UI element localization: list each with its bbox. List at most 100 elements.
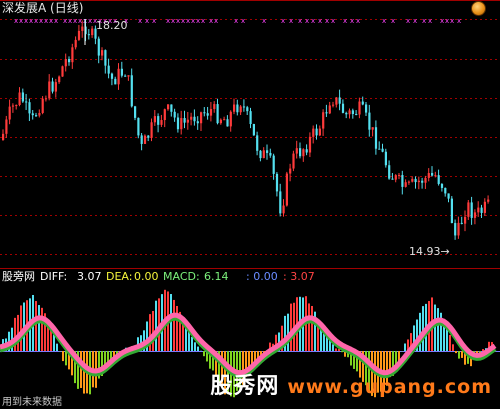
- candle-body: [355, 113, 358, 115]
- candle-body: [216, 104, 219, 124]
- signal-marker: x: [49, 17, 53, 25]
- signal-marker: x: [145, 17, 149, 25]
- candle-body: [338, 97, 341, 104]
- candlesticks: [2, 19, 490, 240]
- watermark-cn: 股秀网: [210, 374, 280, 399]
- candle-body: [365, 104, 368, 113]
- signal-marker: x: [176, 17, 180, 25]
- signal-marker: x: [44, 17, 48, 25]
- macd-bar: [38, 305, 40, 351]
- indicator-name: 股旁网: [2, 270, 35, 283]
- candle-body: [328, 105, 331, 114]
- stock-chart: xxxxxxxxxxxxxxxxxxxxxxxxxxxxxxxxxxxxxxxx…: [0, 0, 500, 398]
- signal-marker: x: [152, 17, 156, 25]
- candle-body: [252, 124, 255, 136]
- signal-marker: x: [39, 17, 43, 25]
- candle-body: [74, 39, 77, 48]
- candle-body: [81, 26, 84, 31]
- candle-body: [394, 175, 397, 180]
- candle-body: [140, 135, 143, 144]
- signal-marker: x: [445, 17, 449, 25]
- candle-body: [401, 175, 404, 187]
- signal-marker: x: [19, 17, 23, 25]
- macd-bar: [35, 301, 37, 351]
- candle-body: [272, 155, 275, 174]
- candle-body: [289, 168, 292, 174]
- candle-body: [226, 119, 229, 127]
- candle-body: [87, 34, 90, 36]
- candle-body: [15, 105, 18, 107]
- candle-body: [64, 59, 67, 67]
- candle-body: [381, 148, 384, 152]
- candle-body: [206, 113, 209, 116]
- diff-label: DIFF:: [40, 270, 68, 283]
- candle-body: [157, 116, 160, 125]
- candle-body: [147, 135, 150, 138]
- signal-marker: x: [331, 17, 335, 25]
- candle-body: [183, 118, 186, 123]
- candle-body: [444, 187, 447, 194]
- candle-body: [351, 110, 354, 114]
- candle-body: [173, 111, 176, 118]
- candle-body: [91, 28, 94, 36]
- candle-body: [180, 118, 183, 130]
- candle-body: [417, 180, 420, 183]
- candle-body: [256, 135, 259, 151]
- signal-marker: x: [191, 17, 195, 25]
- candle-body: [127, 75, 130, 77]
- candle-body: [104, 50, 107, 66]
- signal-marker: x: [298, 17, 302, 25]
- signal-marker: x: [457, 17, 461, 25]
- options-button-icon[interactable]: [471, 1, 486, 16]
- candle-body: [249, 111, 252, 125]
- candle-body: [424, 177, 427, 183]
- signal-marker: x: [201, 17, 205, 25]
- candle-body: [190, 116, 193, 120]
- candle-body: [361, 101, 364, 105]
- candle-body: [269, 152, 272, 156]
- candle-body: [404, 182, 407, 187]
- signal-marker: x: [34, 17, 38, 25]
- macd-bar: [176, 305, 178, 351]
- candle-body: [209, 109, 213, 116]
- candle-body: [374, 127, 378, 149]
- candle-body: [285, 173, 288, 206]
- candle-body: [236, 104, 239, 113]
- signal-marker: x: [422, 17, 426, 25]
- signal-markers: xxxxxxxxxxxxxxxxxxxxxxxxxxxxxxxxxxxxxxxx…: [14, 17, 461, 25]
- signal-marker: x: [234, 17, 238, 25]
- diff-value: 3.07: [77, 270, 102, 283]
- candle-body: [427, 173, 430, 178]
- watermark: 股秀网 www.gupang.com: [210, 368, 492, 400]
- candle-body: [483, 201, 486, 213]
- candle-body: [124, 75, 127, 77]
- candle-body: [137, 117, 140, 136]
- candle-body: [61, 66, 64, 77]
- macd-bar: [335, 348, 337, 351]
- signal-marker: x: [241, 17, 245, 25]
- candle-body: [262, 150, 265, 159]
- chart-title: 深发展A (日线): [2, 1, 84, 15]
- candle-body: [163, 109, 166, 121]
- signal-marker: x: [428, 17, 432, 25]
- candle-body: [160, 120, 163, 125]
- macd-bar: [197, 346, 199, 351]
- macd-bar: [461, 351, 463, 358]
- macd-bar: [422, 306, 424, 351]
- candle-body: [434, 175, 437, 177]
- candle-body: [239, 106, 242, 113]
- candle-body: [388, 165, 391, 179]
- signal-marker: x: [181, 17, 185, 25]
- candle-body: [292, 153, 295, 169]
- macd-bar: [437, 308, 439, 351]
- signal-marker: x: [440, 17, 444, 25]
- candle-body: [114, 78, 117, 85]
- candle-body: [51, 81, 54, 92]
- candle-body: [312, 128, 315, 137]
- candle-body: [358, 101, 361, 115]
- macd-bar: [173, 299, 175, 351]
- macd-bar: [83, 351, 85, 394]
- candle-body: [28, 102, 31, 114]
- candle-body: [470, 202, 473, 218]
- signal-marker: x: [391, 17, 395, 25]
